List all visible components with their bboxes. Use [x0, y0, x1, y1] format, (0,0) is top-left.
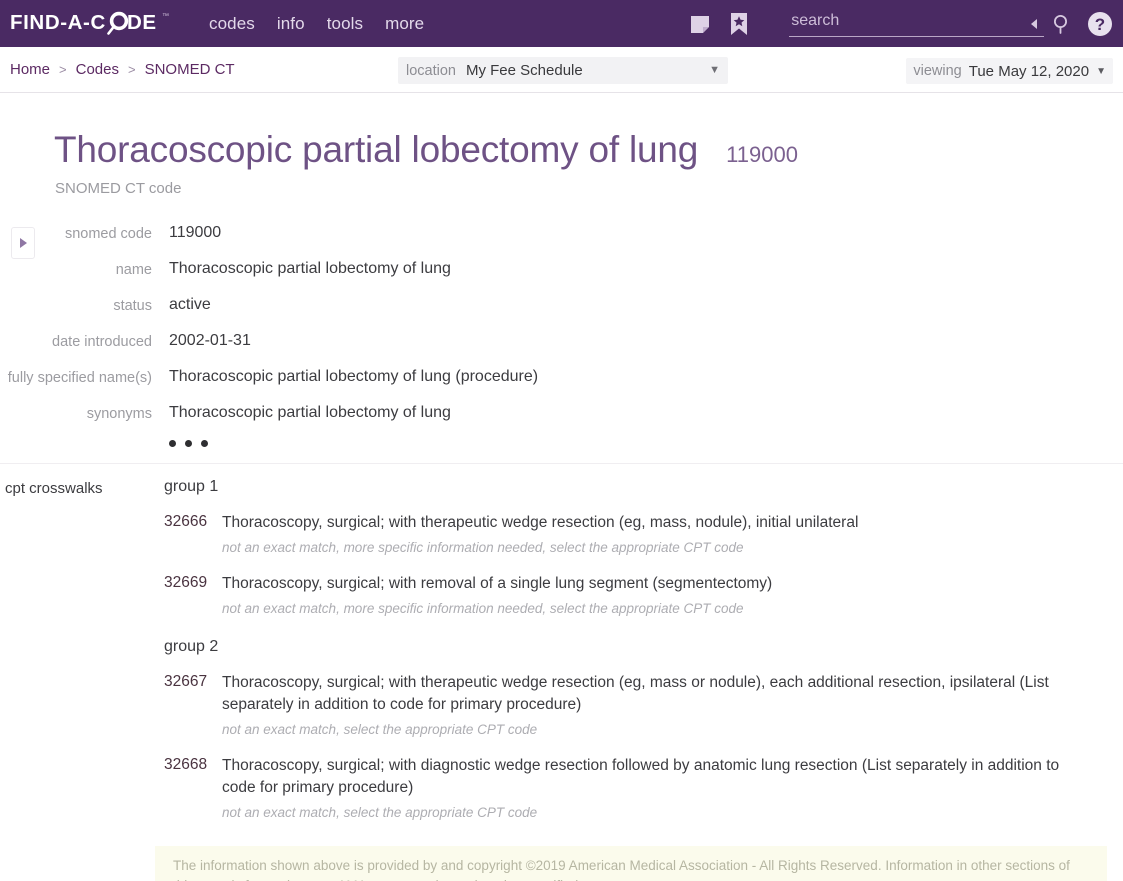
detail-value: active — [169, 296, 211, 313]
page-title-block: Thoracoscopic partial lobectomy of lung … — [0, 93, 1123, 259]
detail-label: fully specified name(s) — [7, 370, 152, 386]
nav-item-codes[interactable]: codes — [209, 14, 255, 34]
caret-right-icon — [19, 238, 27, 248]
detail-label: date introduced — [52, 334, 152, 350]
bookmark-star-icon[interactable] — [729, 12, 749, 36]
detail-value: Thoracoscopic partial lobectomy of lung — [169, 260, 451, 277]
page-title-text: Thoracoscopic partial lobectomy of lung — [54, 129, 699, 170]
header-icon-group — [689, 12, 749, 36]
crosswalk-group: group 2 32667 Thoracoscopy, surgical; wi… — [164, 638, 1123, 820]
breadcrumb-item-snomed-ct[interactable]: SNOMED CT — [145, 61, 235, 78]
svg-text:DE: DE — [127, 11, 157, 34]
show-more-dots[interactable] — [169, 440, 1123, 447]
dot — [169, 440, 176, 447]
find-a-code-logo-icon: FIND-A-C DE ™ — [10, 11, 169, 35]
nav-item-info[interactable]: info — [277, 14, 305, 34]
breadcrumb-item-codes[interactable]: Codes — [76, 61, 119, 78]
page-title-code: 119000 — [726, 142, 798, 167]
detail-label: synonyms — [86, 406, 152, 422]
viewing-date-select[interactable]: viewing Tue May 12, 2020 ▼ — [906, 58, 1113, 84]
detail-row: snomed code 119000 — [0, 224, 1123, 242]
header-right-controls: ? — [1031, 0, 1113, 47]
crosswalk-description: Thoracoscopy, surgical; with therapeutic… — [222, 674, 1049, 713]
help-icon-glyph: ? — [1095, 15, 1105, 34]
breadcrumb: Home > Codes > SNOMED CT — [10, 61, 235, 78]
breadcrumb-item-home[interactable]: Home — [10, 61, 50, 78]
location-select-value: My Fee Schedule — [465, 62, 583, 79]
search-box[interactable] — [789, 11, 1045, 37]
crosswalk-group: group 1 32666 Thoracoscopy, surgical; wi… — [164, 478, 1123, 616]
top-header-bar: FIND-A-C DE ™ codes info tools more sear… — [0, 0, 1123, 47]
dot — [185, 440, 192, 447]
crosswalk-text: Thoracoscopy, surgical; with diagnostic … — [222, 755, 1123, 820]
crosswalk-group-name: group 1 — [164, 478, 219, 495]
note-icon[interactable] — [689, 13, 711, 35]
detail-value: 2002-01-31 — [169, 332, 251, 349]
crosswalk-description: Thoracoscopy, surgical; with removal of … — [222, 575, 773, 592]
crosswalk-item: 32666 Thoracoscopy, surgical; with thera… — [164, 512, 1123, 555]
main-navigation: codes info tools more — [209, 14, 424, 34]
detail-list: snomed code 119000 name Thoracoscopic pa… — [0, 224, 1123, 447]
crosswalk-code[interactable]: 32669 — [164, 573, 222, 616]
dot — [201, 440, 208, 447]
cpt-crosswalks-label: cpt crosswalks — [5, 480, 103, 497]
detail-value: Thoracoscopic partial lobectomy of lung … — [169, 368, 539, 385]
svg-text:™: ™ — [162, 13, 169, 20]
cpt-crosswalks-section: cpt crosswalks group 1 32666 Thoracoscop… — [0, 463, 1123, 838]
crosswalk-text: Thoracoscopy, surgical; with removal of … — [222, 573, 1123, 616]
expand-toggle-button[interactable] — [11, 227, 35, 259]
chevron-down-icon[interactable]: ▼ — [709, 65, 720, 76]
detail-row: status active — [0, 296, 1123, 314]
crosswalk-note: not an exact match, more specific inform… — [222, 601, 744, 616]
detail-row: fully specified name(s) Thoracoscopic pa… — [0, 368, 1123, 386]
search-input[interactable] — [789, 11, 1045, 32]
ama-disclaimer: The information shown above is provided … — [155, 846, 1107, 881]
crosswalk-item: 32668 Thoracoscopy, surgical; with diagn… — [164, 755, 1123, 820]
site-logo[interactable]: FIND-A-C DE ™ — [10, 0, 185, 47]
crosswalk-description: Thoracoscopy, surgical; with diagnostic … — [222, 757, 1060, 796]
page-title: Thoracoscopic partial lobectomy of lung … — [54, 129, 1123, 171]
crosswalk-description: Thoracoscopy, surgical; with therapeutic… — [222, 514, 859, 531]
viewing-select-value: Tue May 12, 2020 — [968, 62, 1090, 80]
breadcrumb-separator: > — [127, 62, 136, 77]
detail-label: status — [113, 298, 152, 314]
svg-text:FIND-A-C: FIND-A-C — [10, 11, 106, 34]
help-icon[interactable]: ? — [1087, 11, 1113, 37]
location-select-label: location — [406, 62, 456, 79]
location-select[interactable]: location My Fee Schedule ▼ — [398, 57, 728, 84]
crosswalk-group-name: group 2 — [164, 638, 219, 655]
detail-value: Thoracoscopic partial lobectomy of lung — [169, 404, 451, 421]
crosswalk-text: Thoracoscopy, surgical; with therapeutic… — [222, 672, 1123, 737]
crosswalk-item: 32667 Thoracoscopy, surgical; with thera… — [164, 672, 1123, 737]
nav-item-more[interactable]: more — [385, 14, 424, 34]
crosswalk-code[interactable]: 32667 — [164, 672, 222, 737]
viewing-select-label: viewing — [913, 63, 962, 79]
crosswalk-note: not an exact match, select the appropria… — [222, 722, 538, 737]
detail-label: name — [115, 262, 152, 278]
crosswalk-item: 32669 Thoracoscopy, surgical; with remov… — [164, 573, 1123, 616]
caret-left-icon[interactable] — [1031, 18, 1037, 29]
magnifier-icon[interactable] — [1051, 13, 1073, 35]
detail-row: synonyms Thoracoscopic partial lobectomy… — [0, 404, 1123, 422]
crosswalk-text: Thoracoscopy, surgical; with therapeutic… — [222, 512, 1123, 555]
cpt-crosswalks-body: group 1 32666 Thoracoscopy, surgical; wi… — [164, 478, 1123, 838]
crosswalk-note: not an exact match, select the appropria… — [222, 805, 538, 820]
crosswalk-note: not an exact match, more specific inform… — [222, 540, 744, 555]
crosswalk-code[interactable]: 32666 — [164, 512, 222, 555]
nav-item-tools[interactable]: tools — [327, 14, 363, 34]
crosswalk-code[interactable]: 32668 — [164, 755, 222, 820]
breadcrumb-separator: > — [59, 62, 67, 77]
detail-row: name Thoracoscopic partial lobectomy of … — [0, 260, 1123, 278]
page-subtitle: SNOMED CT code — [55, 180, 182, 197]
chevron-down-icon[interactable]: ▼ — [1096, 66, 1106, 77]
detail-value: 119000 — [169, 224, 222, 241]
detail-row: date introduced 2002-01-31 — [0, 332, 1123, 350]
